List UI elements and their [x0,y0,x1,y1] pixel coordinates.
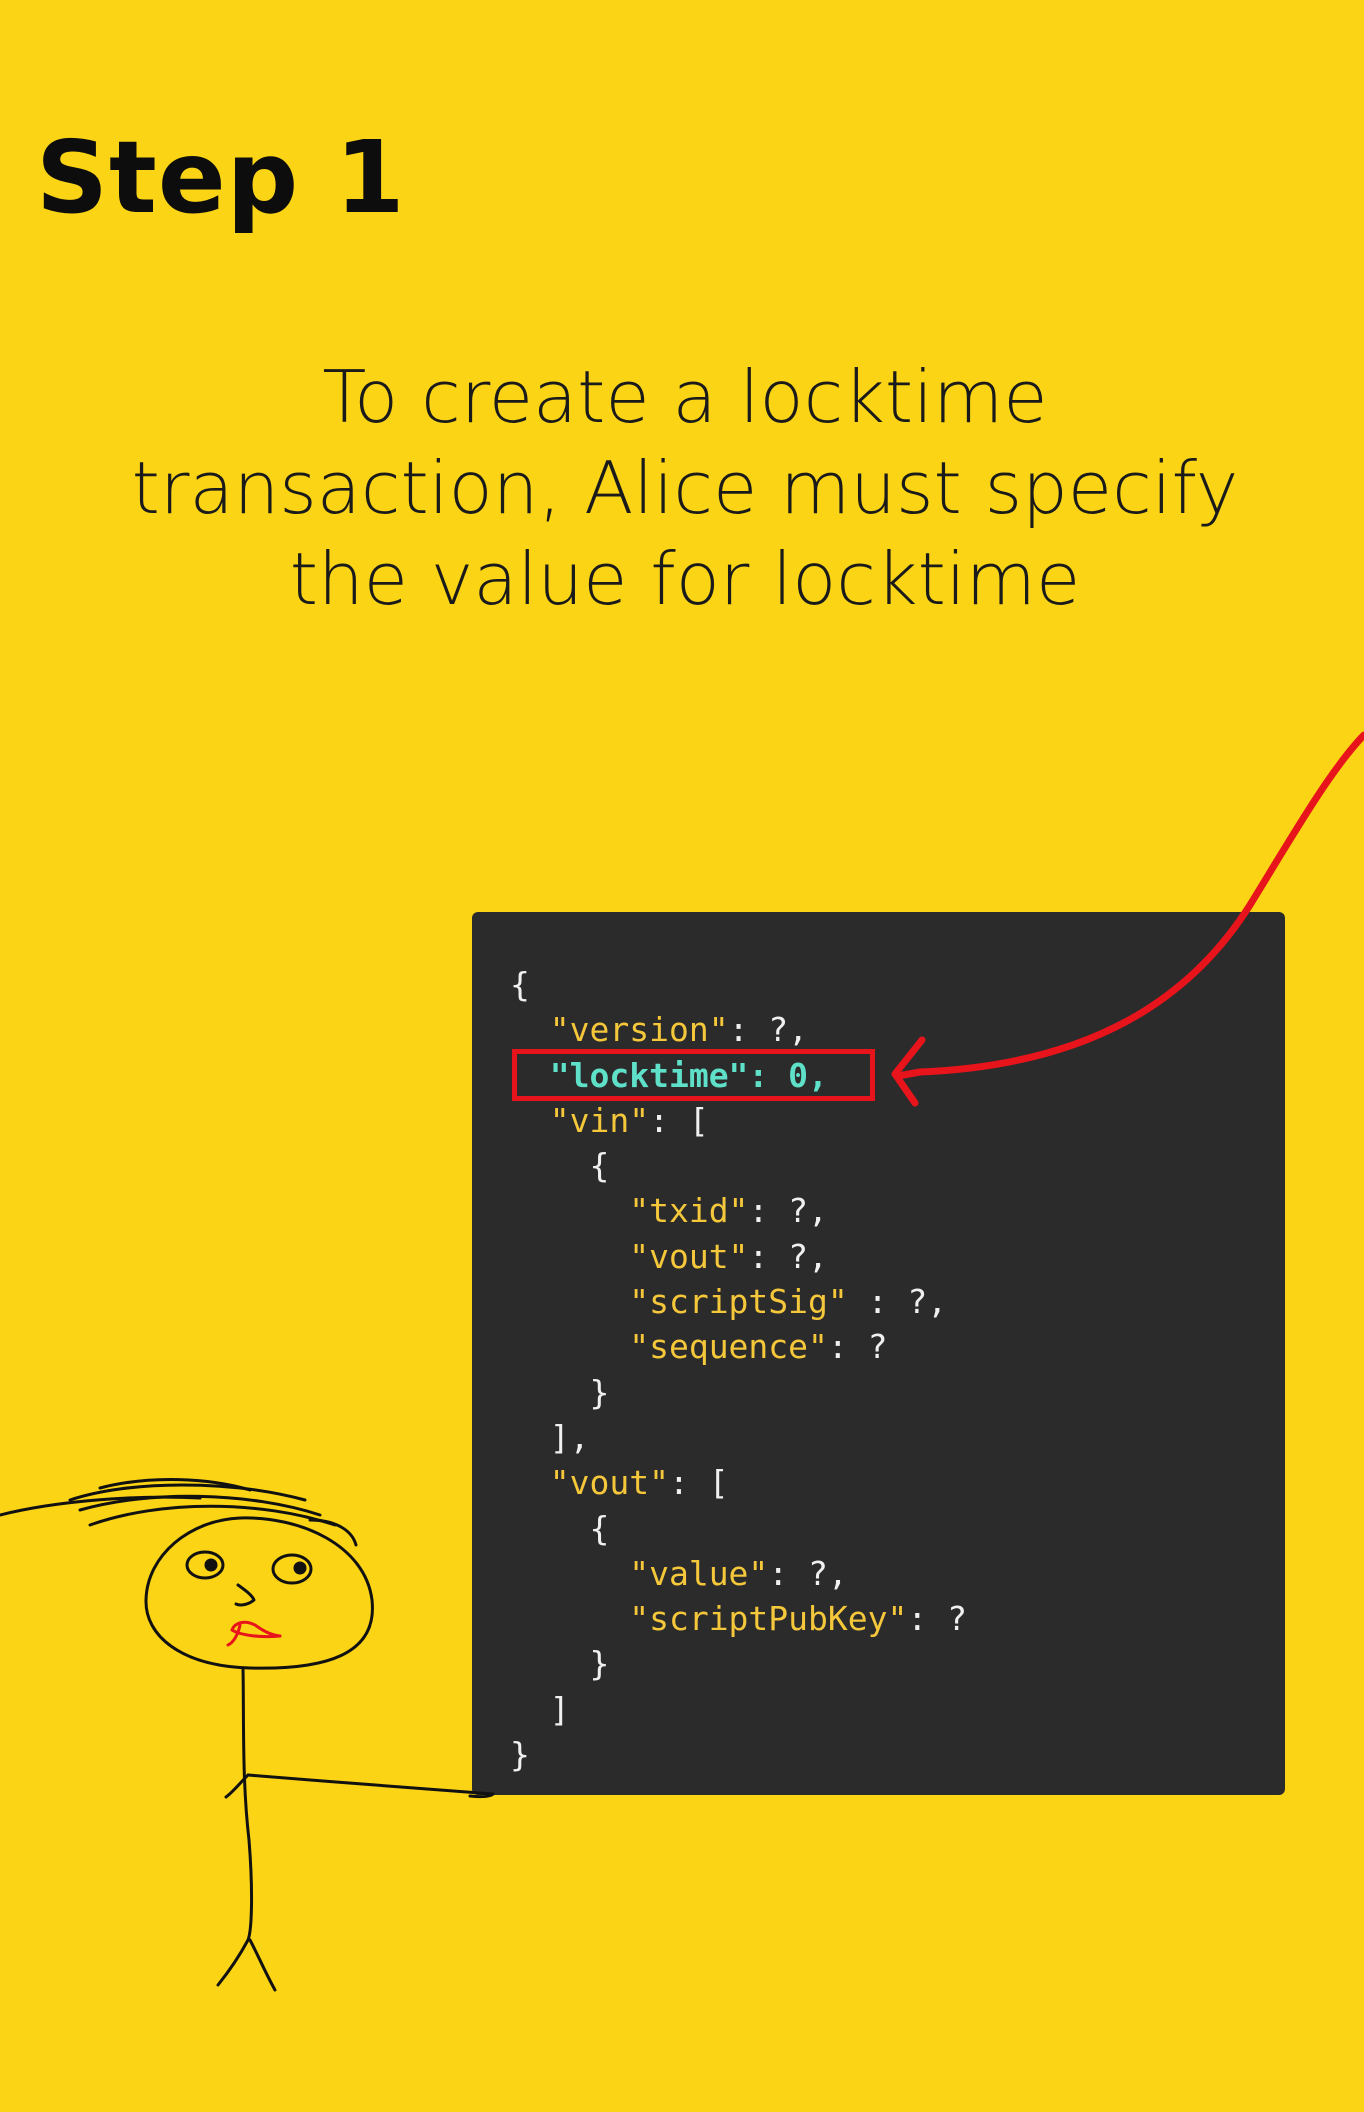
stick-figure-icon [0,1478,495,1992]
annotations-overlay [0,731,1364,1992]
mouth-icon [226,1620,282,1647]
red-arrow-icon [891,731,1364,1107]
